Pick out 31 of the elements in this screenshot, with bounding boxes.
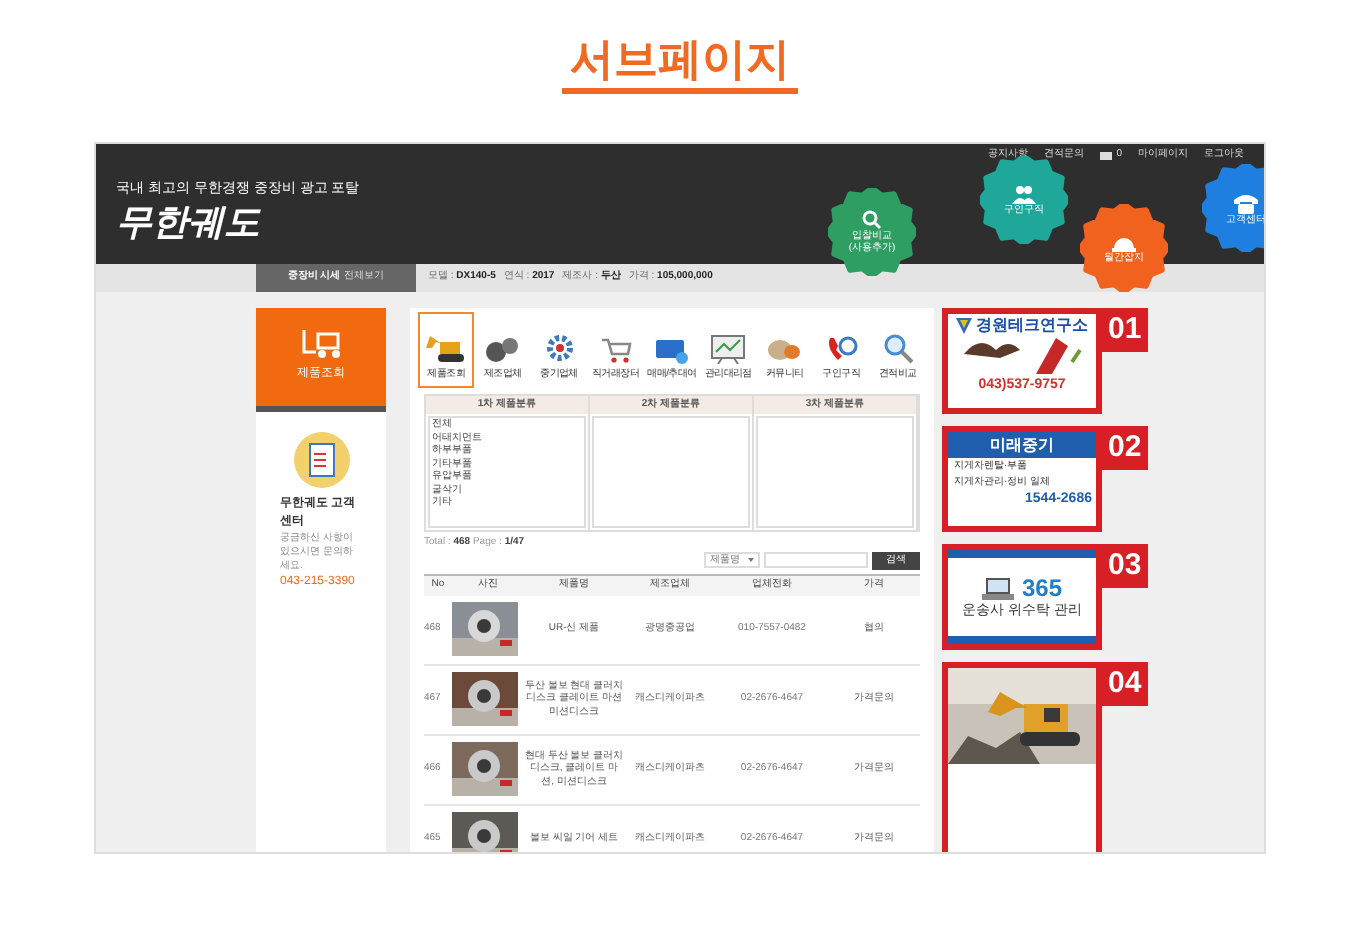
category-list[interactable] [592,416,750,528]
clipboard-icon [293,432,349,488]
logo[interactable]: 무한궤도 [116,200,260,244]
phone-icon [1234,191,1258,213]
shield-logo-icon [956,318,972,334]
cart-icon [599,336,632,364]
parts-icon [482,336,523,364]
gear-icon [543,332,576,364]
ad-number: 04 [1102,662,1148,706]
helmet-icon [1112,233,1136,251]
ad-title: 365 [1021,576,1063,600]
speech-bubble-icon [766,338,803,364]
ad-title: 미래중기 [948,432,1096,458]
caret-icon [748,558,754,562]
search-field[interactable] [764,552,868,568]
forklift-icon [299,330,343,358]
people-icon [1012,184,1036,204]
ad-number: 01 [1102,308,1148,352]
search-icon [862,210,882,230]
ad-title: 경원테크연구소 [976,318,1088,334]
page-title: 서브페이지 [562,32,798,94]
ad-number: 02 [1102,426,1148,470]
ad-number: 03 [1102,544,1148,588]
card-icon [653,336,690,364]
mail-icon [1100,151,1113,160]
search-icon [881,332,914,364]
board-icon [710,334,747,364]
excavator-icon [424,332,469,364]
category-list[interactable] [756,416,914,528]
laptop-icon [981,577,1014,599]
phone-icon [823,334,860,364]
